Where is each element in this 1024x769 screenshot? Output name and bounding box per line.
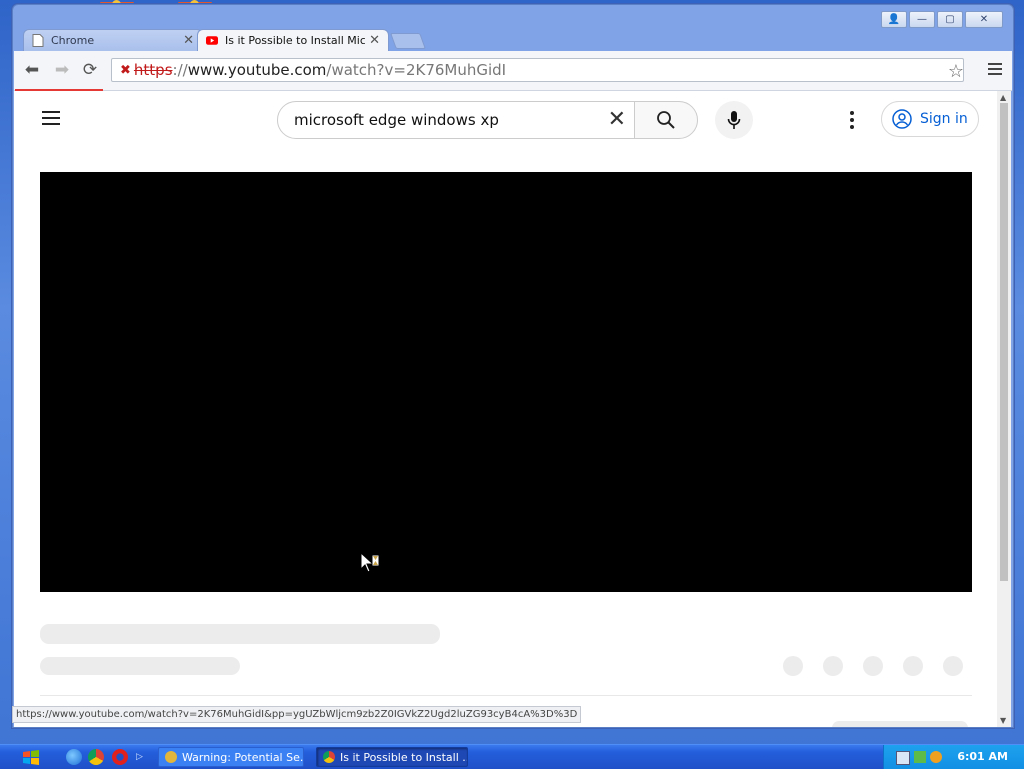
- tab-close-icon[interactable]: ✕: [179, 33, 194, 48]
- more-options-icon[interactable]: [850, 111, 854, 129]
- chrome-quicklaunch-icon[interactable]: [88, 749, 104, 765]
- clock[interactable]: 6:01 AM: [957, 750, 1008, 763]
- chrome-icon: [323, 751, 335, 763]
- vertical-scrollbar[interactable]: ▲ ▼: [997, 91, 1011, 727]
- reload-icon[interactable]: ⟳: [80, 61, 100, 79]
- minimize-button[interactable]: —: [909, 11, 935, 28]
- page-icon: [32, 34, 44, 47]
- search-button[interactable]: [634, 101, 698, 139]
- new-tab-button[interactable]: [390, 33, 426, 49]
- url-path: /watch?v=2K76MuhGidI: [326, 61, 507, 79]
- start-button[interactable]: [22, 749, 44, 765]
- sign-in-label: Sign in: [920, 111, 968, 127]
- status-bubble-url: https://www.youtube.com/watch?v=2K76MuhG…: [12, 706, 582, 723]
- tab-label: Is it Possible to Install Micros: [225, 34, 366, 47]
- internet-explorer-icon[interactable]: [66, 749, 82, 765]
- search-icon: [657, 111, 675, 129]
- scroll-thumb[interactable]: [1000, 103, 1008, 581]
- task-label: Warning: Potential Se...: [182, 750, 304, 764]
- clear-search-icon[interactable]: ✕: [608, 109, 626, 131]
- youtube-page: microsoft edge windows xp ✕ Sign in: [14, 91, 997, 727]
- browser-window: 👤 — ▢ ✕ Chrome ✕ Is it Possible to Insta…: [12, 4, 1014, 728]
- voice-search-button[interactable]: [715, 101, 753, 139]
- network-icon[interactable]: [914, 751, 926, 763]
- url-scheme: https: [133, 61, 173, 79]
- windows-flag-icon: [23, 750, 39, 765]
- task-label: Is it Possible to Install ...: [340, 750, 468, 764]
- quicklaunch-more-icon[interactable]: ▷: [136, 749, 144, 765]
- guide-menu-icon[interactable]: [42, 111, 60, 125]
- title-placeholder: [40, 624, 440, 644]
- profile-button[interactable]: 👤: [881, 11, 907, 28]
- search-query: microsoft edge windows xp: [294, 111, 499, 129]
- action-placeholder: [823, 656, 843, 676]
- tab-close-icon[interactable]: ✕: [365, 33, 380, 48]
- scroll-up-icon[interactable]: ▲: [1000, 93, 1006, 102]
- search-input[interactable]: microsoft edge windows xp ✕: [277, 101, 635, 139]
- comment-placeholder: [832, 721, 968, 727]
- url-host: www.youtube.com: [187, 61, 327, 79]
- tab-strip: Chrome ✕ Is it Possible to Install Micro…: [23, 27, 426, 51]
- opera-icon[interactable]: [112, 749, 128, 765]
- taskbar-item-chrome[interactable]: Is it Possible to Install ...: [316, 747, 468, 767]
- browser-menu-icon[interactable]: [988, 63, 1002, 75]
- back-arrow-icon[interactable]: ⬅: [22, 61, 42, 79]
- tab-chrome[interactable]: Chrome ✕: [23, 29, 203, 51]
- warning-app-icon: [165, 751, 177, 763]
- busy-cursor-icon: [360, 552, 380, 573]
- search-tray-icon[interactable]: [930, 751, 942, 763]
- tab-label: Chrome: [51, 34, 95, 47]
- tab-youtube[interactable]: Is it Possible to Install Micros ✕: [197, 29, 389, 51]
- channel-placeholder: [40, 657, 240, 675]
- account-icon: [892, 109, 912, 129]
- address-bar[interactable]: ✖ https :// www.youtube.com /watch?v=2K7…: [111, 58, 964, 82]
- url-separator: ://: [172, 61, 188, 79]
- close-window-button[interactable]: ✕: [965, 11, 1003, 28]
- taskbar: ▷ Warning: Potential Se... Is it Possibl…: [0, 744, 1024, 769]
- browser-toolbar: ⬅ ➡ ⟳ ✖ https :// www.youtube.com /watch…: [14, 51, 1012, 91]
- sign-in-button[interactable]: Sign in: [881, 101, 979, 137]
- system-tray: 6:01 AM: [883, 745, 1024, 769]
- action-placeholder: [783, 656, 803, 676]
- youtube-icon: [206, 36, 218, 45]
- video-player[interactable]: [40, 172, 972, 592]
- microphone-icon: [727, 111, 741, 129]
- forward-arrow-icon[interactable]: ➡: [52, 61, 72, 79]
- bookmark-star-icon[interactable]: ☆: [948, 61, 964, 82]
- window-controls: 👤 — ▢ ✕: [881, 11, 1003, 28]
- scroll-down-icon[interactable]: ▼: [1000, 716, 1006, 725]
- taskbar-item-warning[interactable]: Warning: Potential Se...: [158, 747, 304, 767]
- action-placeholder: [943, 656, 963, 676]
- action-placeholder: [903, 656, 923, 676]
- maximize-button[interactable]: ▢: [937, 11, 963, 28]
- divider: [40, 695, 972, 696]
- action-placeholder: [863, 656, 883, 676]
- insecure-lock-icon[interactable]: ✖: [120, 63, 131, 78]
- keyboard-icon[interactable]: [896, 751, 910, 765]
